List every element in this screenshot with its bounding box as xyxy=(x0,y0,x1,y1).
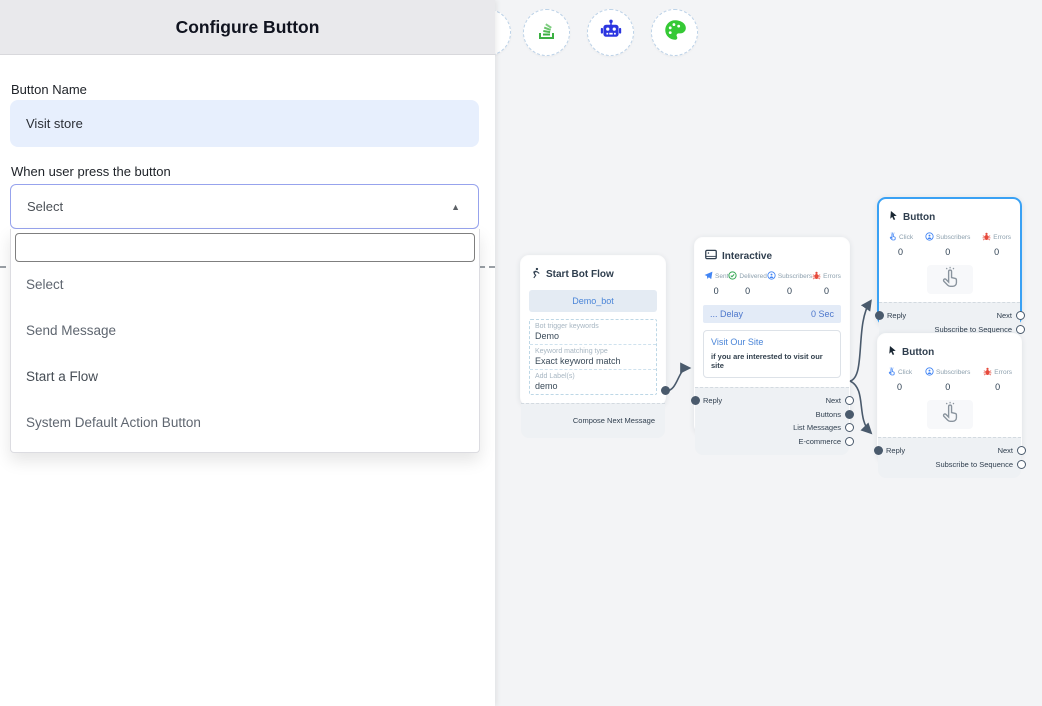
click-icon xyxy=(888,232,897,243)
hand-pointer-icon xyxy=(939,265,961,294)
node-title: Interactive xyxy=(722,251,772,262)
stat-subscribers: Subscribers 0 xyxy=(925,232,970,257)
node-title: Button xyxy=(903,212,935,223)
field-add-labels[interactable]: Add Label(s) demo xyxy=(530,370,656,394)
option-system-default-action-button[interactable]: System Default Action Button xyxy=(15,400,475,446)
stat-delivered: Delivered 0 xyxy=(728,271,766,296)
stat-errors: Errors 0 xyxy=(982,232,1011,257)
user-circle-icon xyxy=(767,271,776,282)
panel-header: Configure Button xyxy=(0,0,495,55)
port-reply-in[interactable] xyxy=(874,446,883,455)
port-ecommerce[interactable] xyxy=(845,437,854,446)
stat-click: Click 0 xyxy=(888,232,913,257)
node-start-bot-flow[interactable]: Start Bot Flow Demo_bot Bot trigger keyw… xyxy=(520,255,666,406)
user-circle-icon xyxy=(925,232,934,243)
stat-subscribers: Subscribers 0 xyxy=(767,271,812,296)
user-circle-icon xyxy=(925,367,934,378)
card-icon xyxy=(705,249,717,263)
check-circle-icon xyxy=(728,271,737,282)
button-name-input[interactable] xyxy=(10,100,479,147)
cursor-icon xyxy=(889,210,898,224)
output-buttons: Buttons xyxy=(816,410,841,419)
page-title: Configure Button xyxy=(176,17,320,38)
stack-tool-button[interactable] xyxy=(523,9,570,56)
delay-value: 0 Sec xyxy=(811,309,834,319)
paper-plane-icon xyxy=(704,271,713,282)
interactive-stats: Sent 0 Delivered 0 xyxy=(695,269,849,300)
stat-sent: Sent 0 xyxy=(704,271,728,296)
output-ecommerce: E-commerce xyxy=(798,437,841,446)
node-title: Start Bot Flow xyxy=(546,269,614,280)
click-icon xyxy=(887,367,896,378)
output-list-messages: List Messages xyxy=(793,423,841,432)
field-trigger-keywords[interactable]: Bot trigger keywords Demo xyxy=(530,320,656,345)
node-button-1[interactable]: Button Click 0 xyxy=(877,197,1022,326)
button-name-label: Button Name xyxy=(11,82,87,97)
output-subscribe-sequence: Subscribe to Sequence xyxy=(935,460,1013,469)
option-start-a-flow[interactable]: Start a Flow xyxy=(15,354,475,400)
delay-row[interactable]: ... Delay 0 Sec xyxy=(703,305,841,323)
option-send-message[interactable]: Send Message xyxy=(15,308,475,354)
bug-icon xyxy=(982,232,991,243)
chevron-up-icon: ▲ xyxy=(451,202,460,212)
stat-errors: Errors 0 xyxy=(983,367,1012,392)
interactive-message[interactable]: Visit Our Site if you are interested to … xyxy=(703,330,841,378)
configure-button-panel: Configure Button Button Name When user p… xyxy=(0,0,495,706)
bot-tool-button[interactable] xyxy=(587,9,634,56)
robot-icon xyxy=(598,17,624,48)
port-reply-in[interactable] xyxy=(875,311,884,320)
port-compose-next-message[interactable] xyxy=(661,386,670,395)
compose-next-message-output: Compose Next Message xyxy=(529,410,657,431)
action-select[interactable]: Select ▲ xyxy=(10,184,479,229)
port-subscribe-sequence[interactable] xyxy=(1016,325,1025,334)
output-next: Next xyxy=(998,446,1013,455)
action-select-dropdown: Select Send Message Start a Flow System … xyxy=(10,229,480,453)
port-list-messages[interactable] xyxy=(845,423,854,432)
stat-click: Click 0 xyxy=(887,367,912,392)
bug-icon xyxy=(983,367,992,378)
running-man-icon xyxy=(531,267,541,282)
output-next: Next xyxy=(826,396,841,405)
port-buttons[interactable] xyxy=(845,410,854,419)
option-select[interactable]: Select xyxy=(15,262,475,308)
stat-subscribers: Subscribers 0 xyxy=(925,367,970,392)
palette-icon xyxy=(662,17,688,48)
field-matching-type[interactable]: Keyword matching type Exact keyword matc… xyxy=(530,345,656,370)
node-interactive[interactable]: Interactive Sent 0 xyxy=(694,237,850,434)
button-action-label: When user press the button xyxy=(11,164,171,179)
message-body: if you are interested to visit our site xyxy=(711,352,833,370)
button-stats: Click 0 Subscribers 0 xyxy=(879,230,1020,261)
hand-pointer-icon xyxy=(939,400,961,429)
port-subscribe-sequence[interactable] xyxy=(1017,460,1026,469)
stat-errors: Errors 0 xyxy=(812,271,841,296)
reply-label: Reply xyxy=(886,446,905,455)
dropdown-search-input[interactable] xyxy=(15,233,475,262)
port-next[interactable] xyxy=(1016,311,1025,320)
bot-name-button[interactable]: Demo_bot xyxy=(529,290,657,312)
node-button-2[interactable]: Button Click 0 xyxy=(877,333,1022,461)
palette-tool-button[interactable] xyxy=(651,9,698,56)
button-stats: Click 0 Subscribers 0 xyxy=(878,365,1021,396)
port-next[interactable] xyxy=(1017,446,1026,455)
action-select-value: Select xyxy=(27,199,63,214)
message-title: Visit Our Site xyxy=(711,337,833,347)
cursor-icon xyxy=(888,345,897,359)
stack-icon xyxy=(535,18,559,47)
port-next[interactable] xyxy=(845,396,854,405)
bug-icon xyxy=(812,271,821,282)
reply-label: Reply xyxy=(887,311,906,320)
reply-label: Reply xyxy=(703,396,722,405)
bot-fields: Bot trigger keywords Demo Keyword matchi… xyxy=(529,319,657,395)
node-title: Button xyxy=(902,347,934,358)
output-next: Next xyxy=(997,311,1012,320)
port-reply-in[interactable] xyxy=(691,396,700,405)
delay-label: ... Delay xyxy=(710,309,743,319)
